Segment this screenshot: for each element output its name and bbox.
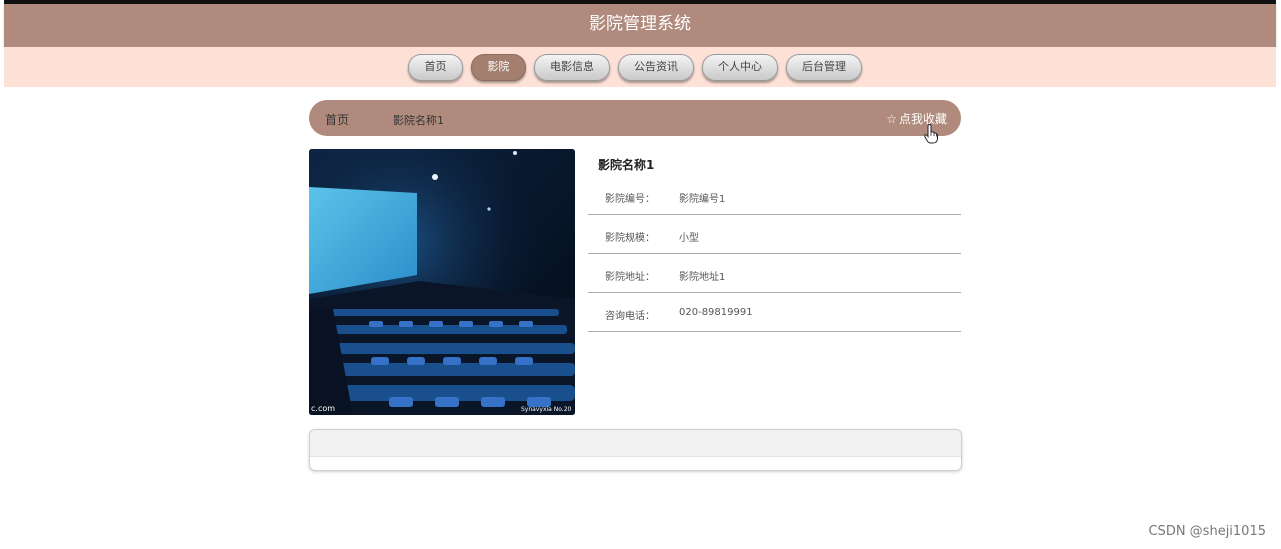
nav-item-personal-center[interactable]: 个人中心 [702,54,778,81]
info-value: 小型 [679,233,699,244]
info-label: 影院规模： [605,233,655,244]
favorite-label: 点我收藏 [898,112,947,126]
nav-item-home[interactable]: 首页 [408,54,463,81]
breadcrumb-bar: 首页 影院名称1 ☆ 点我收藏 [309,100,961,136]
info-label: 影院编号： [605,194,655,205]
info-label: 影院地址： [605,272,655,283]
breadcrumb-home-link[interactable]: 首页 [325,111,349,128]
info-label: 咨询电话： [605,311,655,322]
cinema-info-table: 影院编号： 影院编号1 影院规模： 小型 影院地址： 影院地址1 咨询电话： 0… [588,176,961,332]
info-row-cinema-scale: 影院规模： 小型 [588,215,961,254]
site-header: 影院管理系统 [4,4,1276,47]
detail-panel [309,429,962,471]
info-row-cinema-number: 影院编号： 影院编号1 [588,176,961,215]
info-value: 020-89819991 [679,307,753,318]
breadcrumb-current: 影院名称1 [393,114,444,127]
cinema-name-title: 影院名称1 [598,158,655,172]
cinema-hall-photo: c.com Synavyxia No.20 [309,149,575,415]
site-title: 影院管理系统 [589,14,691,34]
hand-cursor-icon [924,124,938,144]
cinema-photo: c.com Synavyxia No.20 [309,149,575,415]
star-outline-icon: ☆ [886,112,897,126]
panel-header [310,430,961,457]
nav-item-cinema[interactable]: 影院 [471,54,526,81]
info-value: 影院地址1 [679,272,726,283]
info-row-cinema-address: 影院地址： 影院地址1 [588,254,961,293]
image-caption-left: c.com [311,404,335,413]
info-row-phone: 咨询电话： 020-89819991 [588,293,961,332]
watermark: CSDN @sheji1015 [1148,524,1266,539]
nav-item-admin[interactable]: 后台管理 [786,54,862,81]
nav-item-announcements[interactable]: 公告资讯 [618,54,694,81]
nav-item-movie-info[interactable]: 电影信息 [534,54,610,81]
main-nav: 首页 影院 电影信息 公告资讯 个人中心 后台管理 [408,54,862,81]
info-value: 影院编号1 [679,194,726,205]
image-caption-right: Synavyxia No.20 [521,406,572,413]
